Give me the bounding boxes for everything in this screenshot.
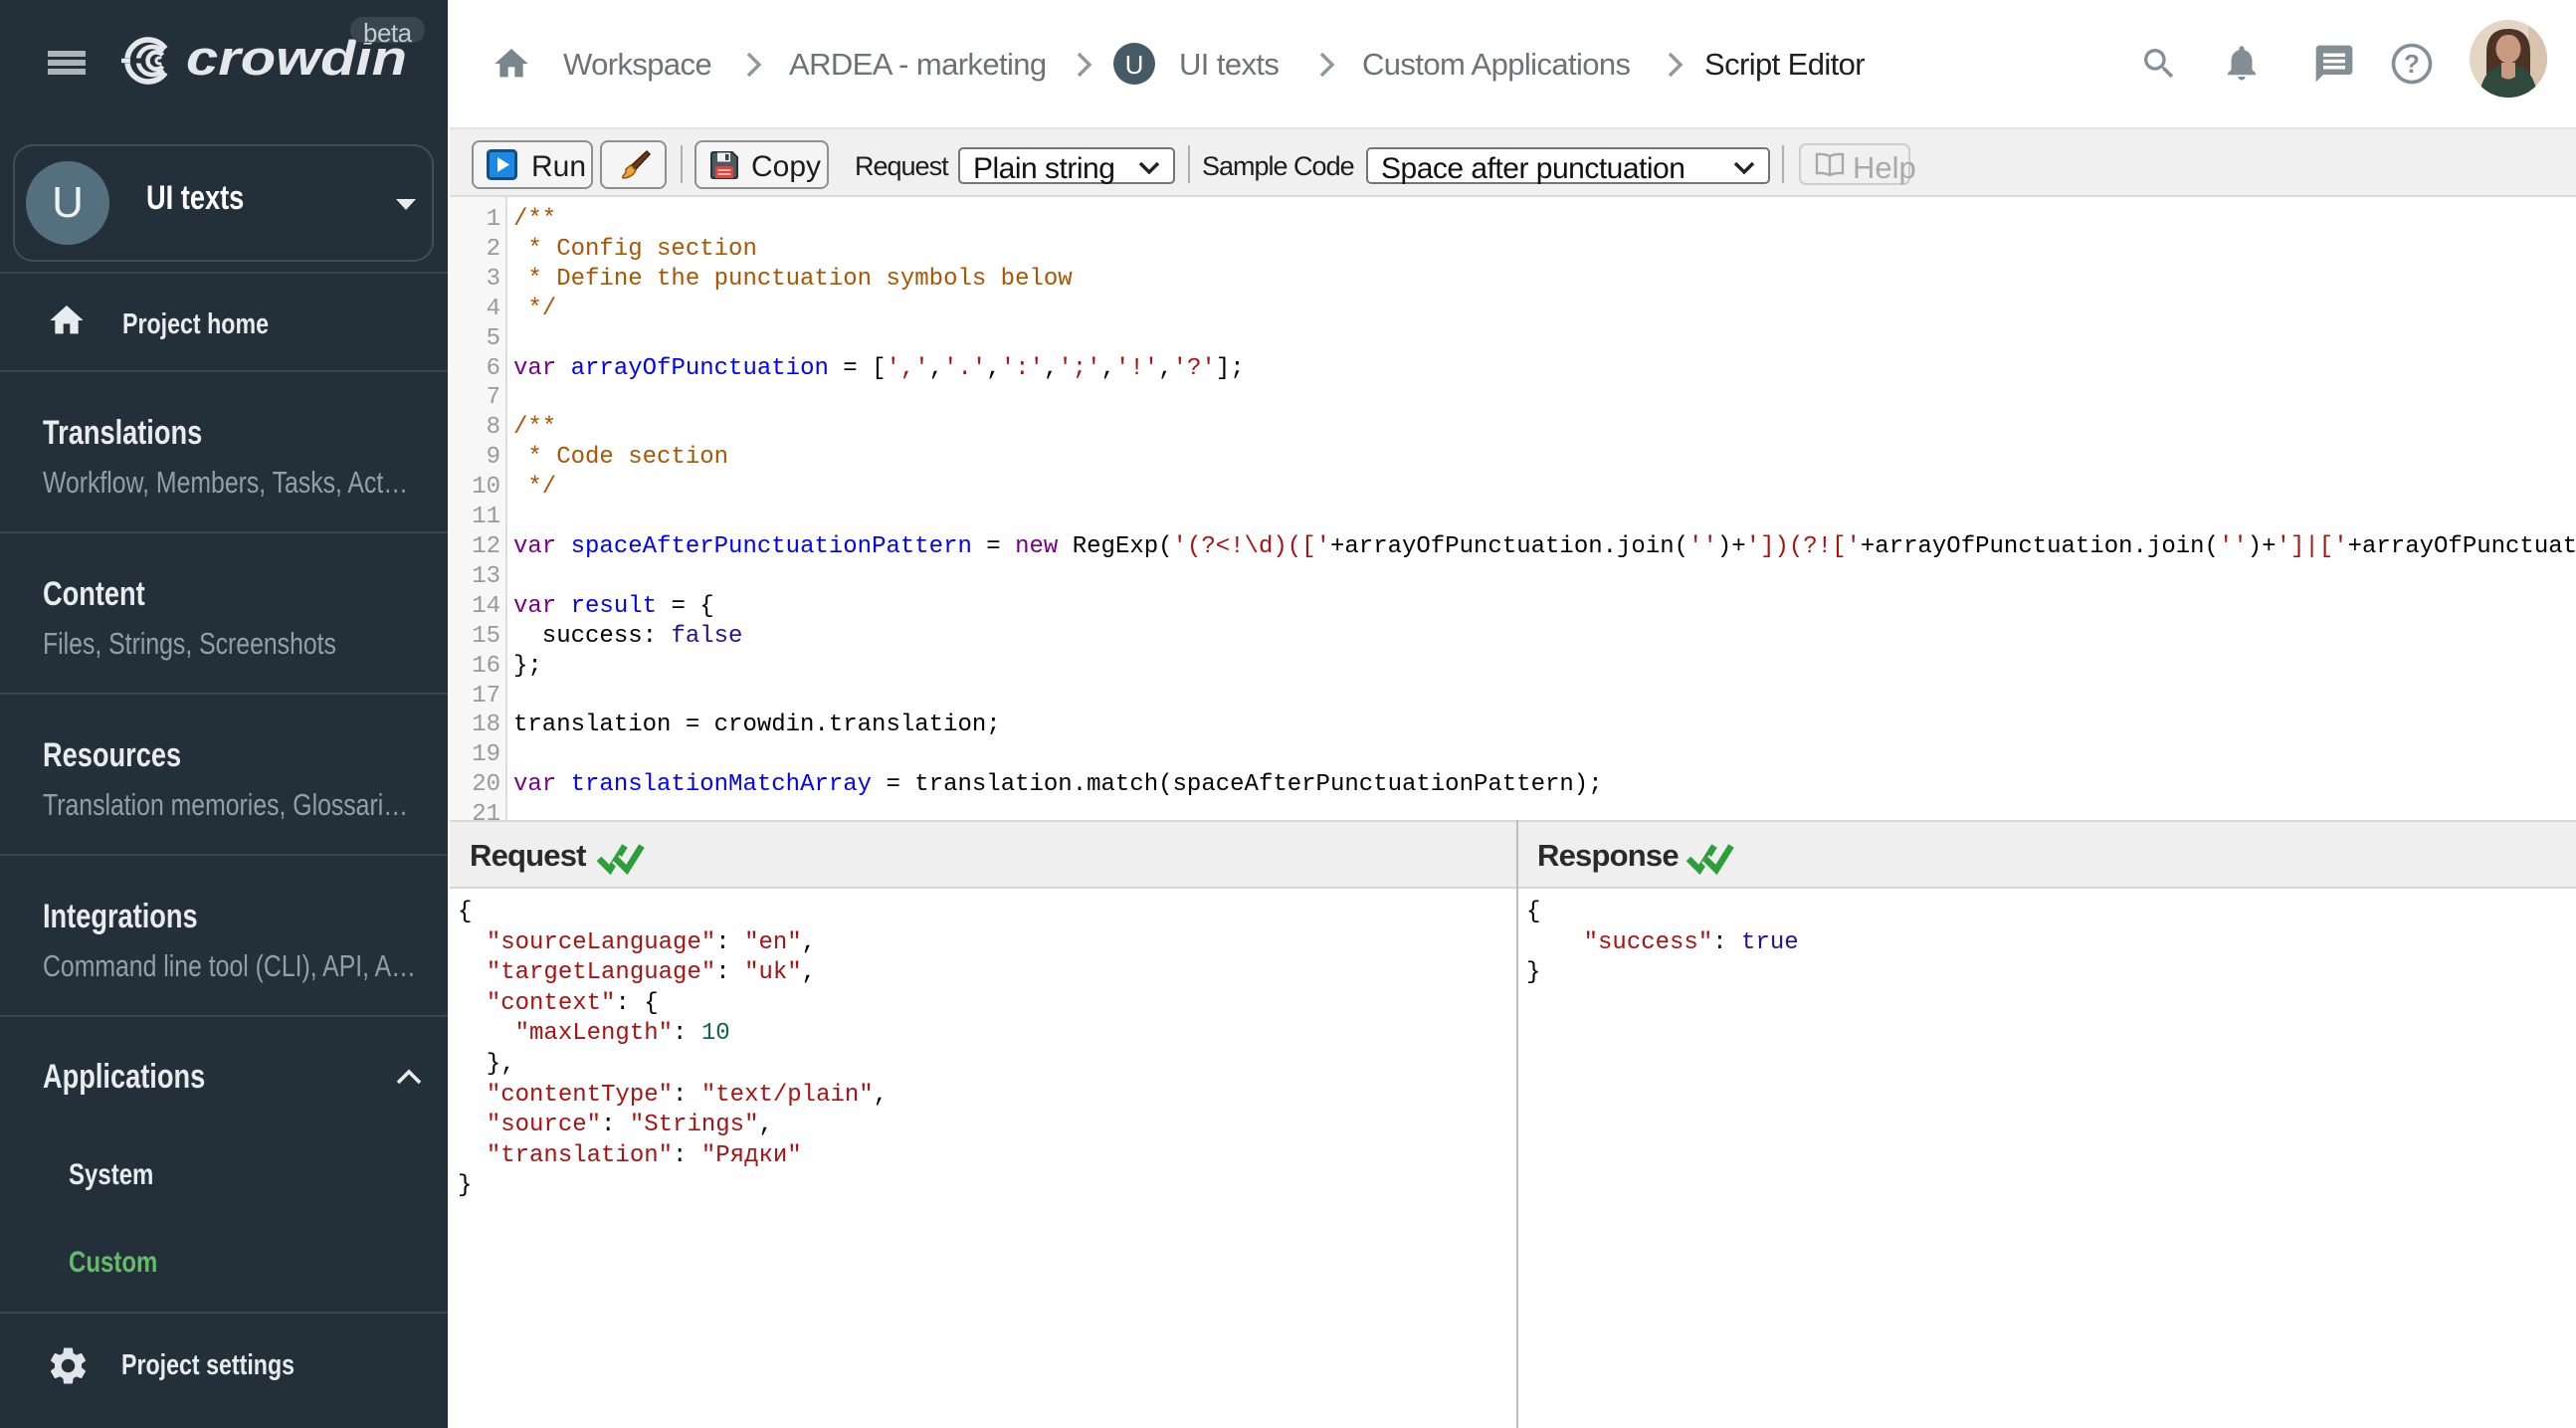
svg-text:?: ? <box>2404 49 2420 79</box>
